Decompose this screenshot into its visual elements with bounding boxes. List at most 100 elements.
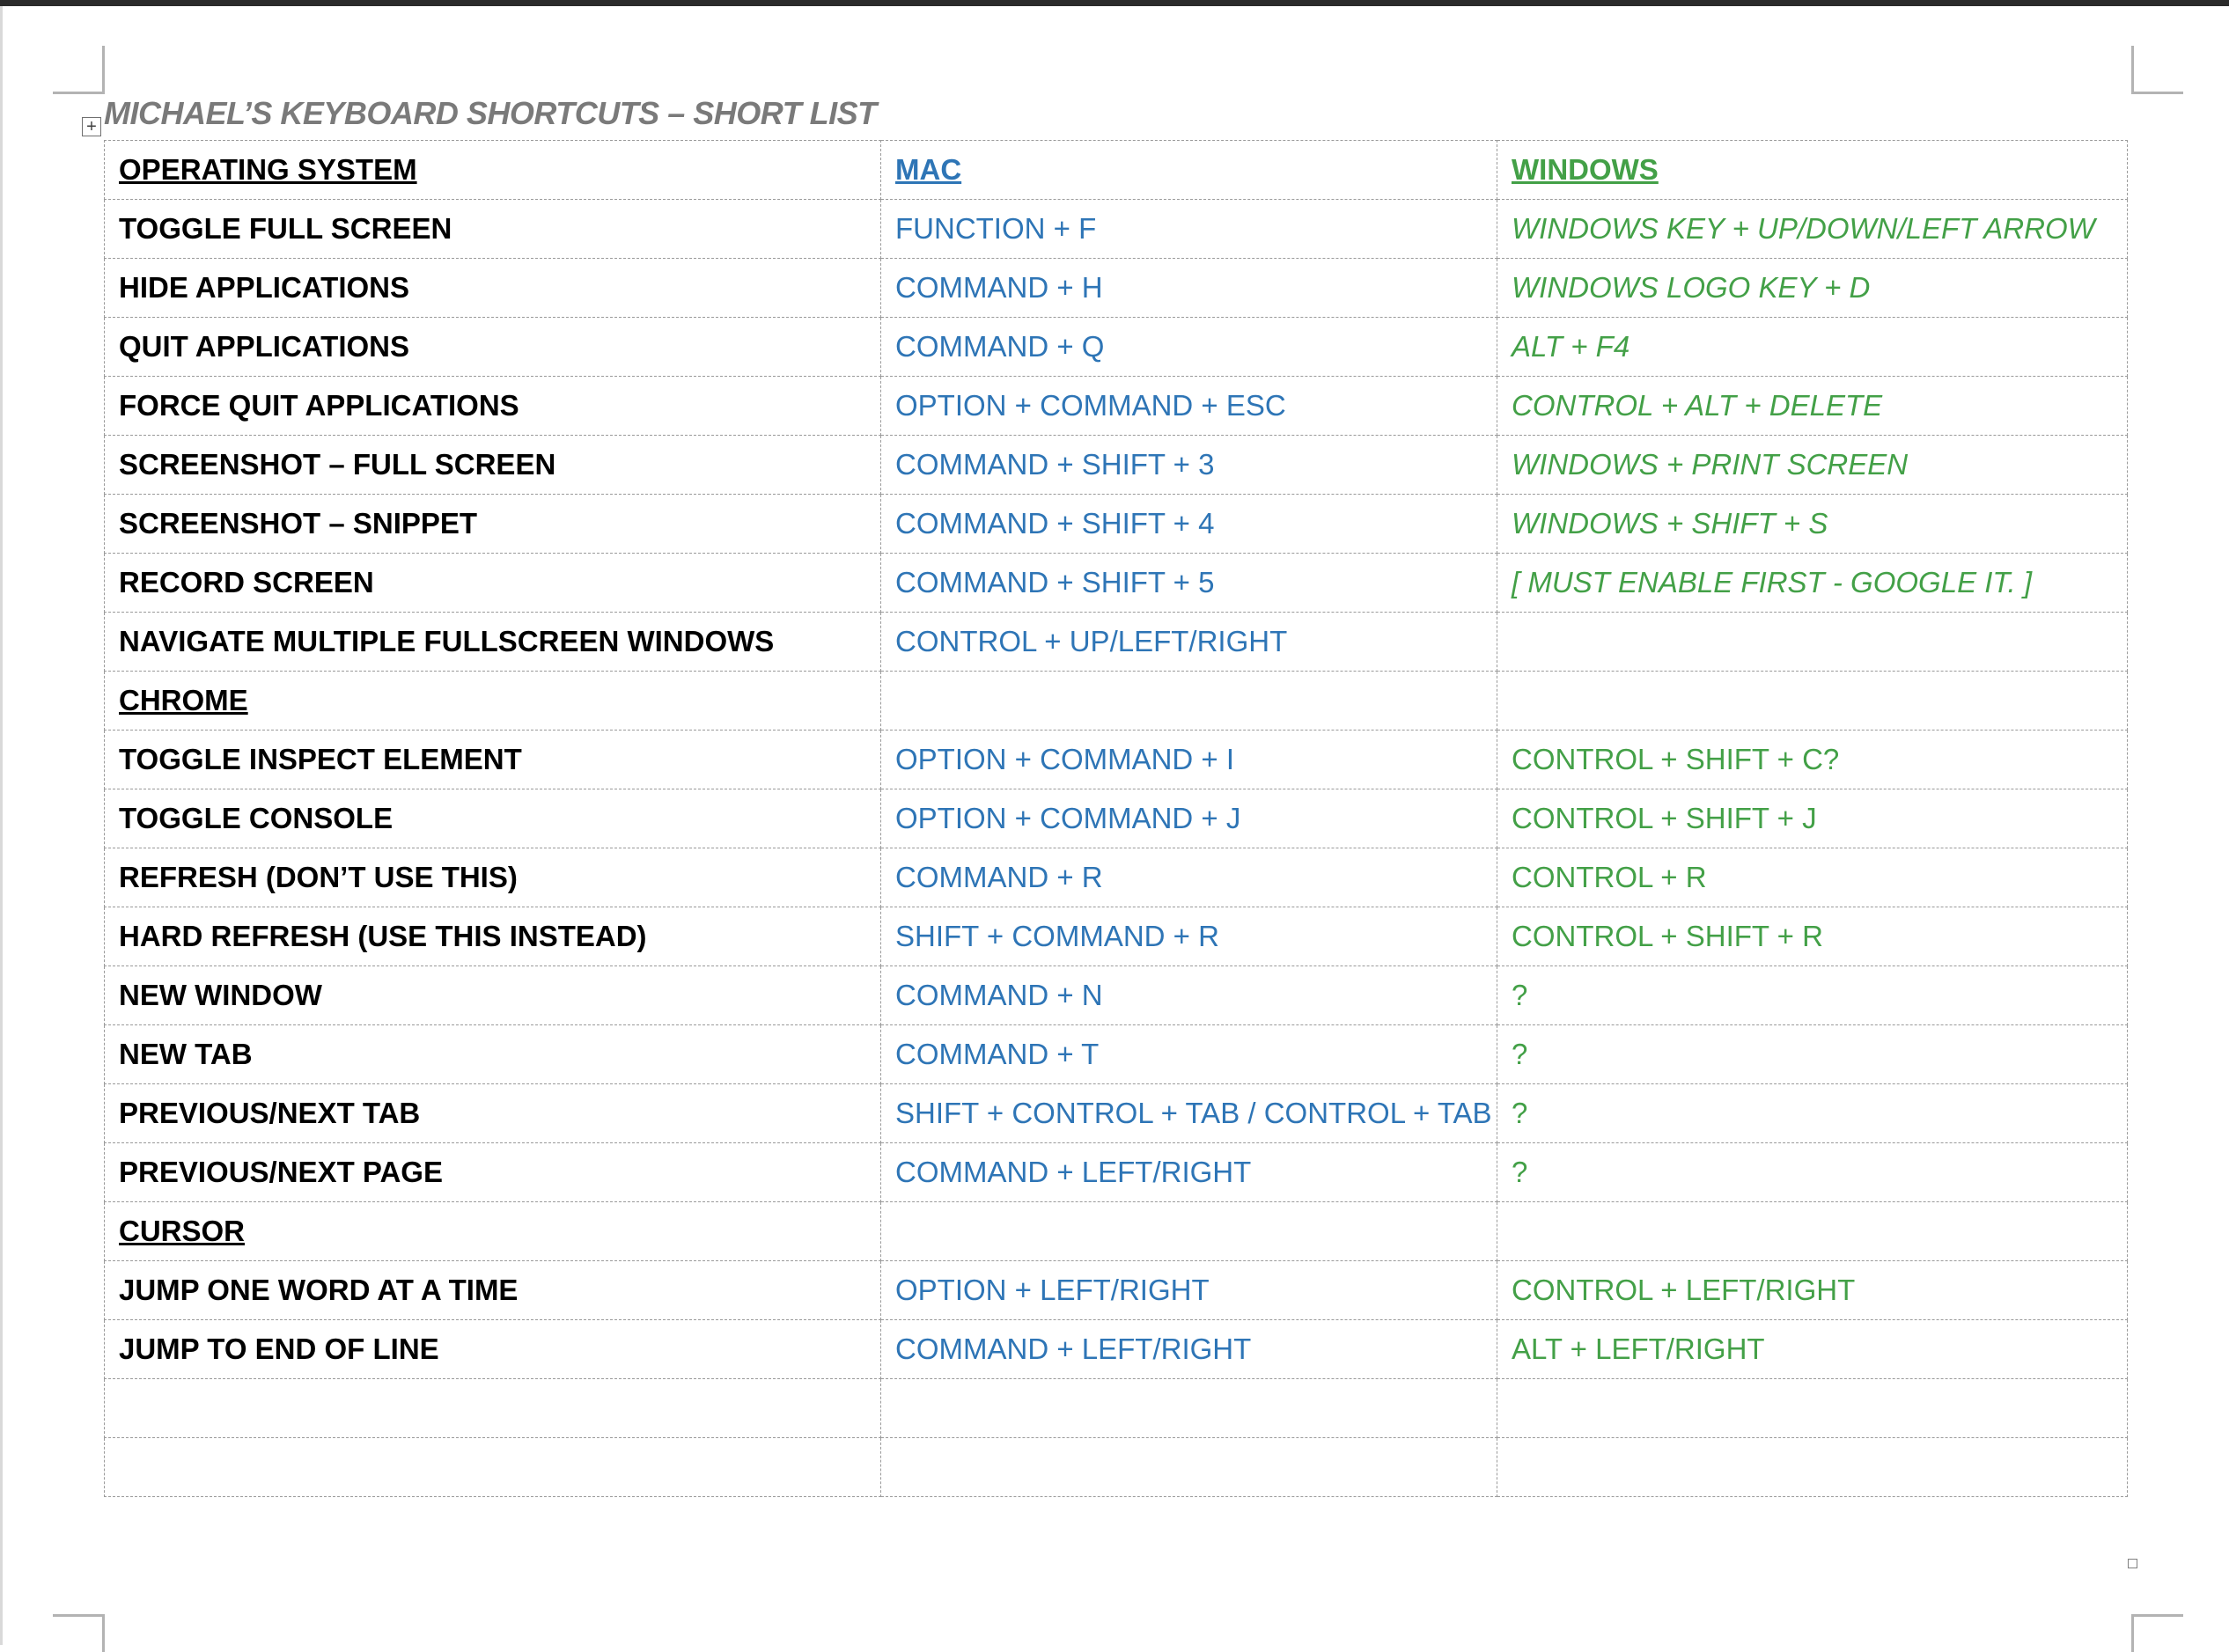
section-row: CHROME xyxy=(104,671,2128,731)
shortcut-row: NEW TAB COMMAND + T? xyxy=(104,1024,2128,1084)
action-cell[interactable]: JUMP TO END OF LINE xyxy=(104,1319,881,1379)
action-cell[interactable]: FORCE QUIT APPLICATIONS xyxy=(104,376,881,436)
shortcut-row: TOGGLE INSPECT ELEMENT OPTION + COMMAND +… xyxy=(104,730,2128,789)
shortcut-row: FORCE QUIT APPLICATIONS OPTION + COMMAND … xyxy=(104,376,2128,436)
shortcut-row: TOGGLE CONSOLE OPTION + COMMAND + J CONTRO… xyxy=(104,789,2128,848)
windows-shortcut-cell[interactable]: CONTROL + R xyxy=(1497,848,2128,907)
crop-mark-top-right xyxy=(2131,46,2183,94)
shortcut-row xyxy=(104,1437,2128,1497)
action-cell[interactable]: HIDE APPLICATIONS xyxy=(104,258,881,318)
shortcut-row: PREVIOUS/NEXT TAB SHIFT + CONTROL + TAB /… xyxy=(104,1083,2128,1143)
windows-column-header[interactable] xyxy=(1497,671,2128,731)
windows-shortcut-cell[interactable]: WINDOWS + PRINT SCREEN xyxy=(1497,435,2128,495)
windows-shortcut-cell[interactable]: ? xyxy=(1497,966,2128,1025)
mac-shortcut-cell[interactable]: COMMAND + SHIFT + 5 xyxy=(880,553,1497,613)
shortcut-row: PREVIOUS/NEXT PAGE COMMAND + LEFT/RIGHT? xyxy=(104,1142,2128,1202)
mac-column-header[interactable]: MAC xyxy=(880,140,1497,200)
mac-shortcut-cell[interactable]: COMMAND + SHIFT + 4 xyxy=(880,494,1497,554)
action-cell[interactable]: TOGGLE CONSOLE xyxy=(104,789,881,848)
mac-shortcut-cell[interactable]: OPTION + COMMAND + I xyxy=(880,730,1497,789)
mac-shortcut-cell[interactable]: COMMAND + R xyxy=(880,848,1497,907)
windows-column-header[interactable]: WINDOWS xyxy=(1497,140,2128,200)
action-cell[interactable] xyxy=(104,1437,881,1497)
mac-shortcut-cell[interactable] xyxy=(880,1437,1497,1497)
mac-shortcut-cell[interactable]: FUNCTION + F xyxy=(880,199,1497,259)
mac-shortcut-cell[interactable]: COMMAND + N xyxy=(880,966,1497,1025)
action-cell[interactable]: HARD REFRESH (USE THIS INSTEAD) xyxy=(104,907,881,966)
windows-shortcut-cell[interactable]: ALT + F4 xyxy=(1497,317,2128,377)
page-left-edge xyxy=(0,6,3,1645)
windows-shortcut-cell[interactable] xyxy=(1497,1437,2128,1497)
shortcut-row: RECORD SCREEN COMMAND + SHIFT + 5[ MUST E… xyxy=(104,553,2128,613)
windows-shortcut-cell[interactable]: WINDOWS LOGO KEY + D xyxy=(1497,258,2128,318)
windows-shortcut-cell[interactable]: WINDOWS KEY + UP/DOWN/LEFT ARROW xyxy=(1497,199,2128,259)
shortcuts-table-body: OPERATING SYSTEM MAC WINDOWS TOGGLE FULL SC… xyxy=(104,140,2128,1497)
mac-column-header[interactable] xyxy=(880,1201,1497,1261)
mac-shortcut-cell[interactable]: COMMAND + LEFT/RIGHT xyxy=(880,1319,1497,1379)
action-cell[interactable]: JUMP ONE WORD AT A TIME xyxy=(104,1260,881,1320)
action-cell[interactable]: NEW WINDOW xyxy=(104,966,881,1025)
shortcut-row: NEW WINDOW COMMAND + N? xyxy=(104,966,2128,1025)
action-cell[interactable]: PREVIOUS/NEXT TAB xyxy=(104,1083,881,1143)
shortcut-row: NAVIGATE MULTIPLE FULLSCREEN WINDOWS CONT… xyxy=(104,612,2128,672)
shortcut-row xyxy=(104,1378,2128,1438)
shortcut-row: TOGGLE FULL SCREEN FUNCTION + F WINDOWS KE… xyxy=(104,199,2128,259)
windows-shortcut-cell[interactable]: CONTROL + SHIFT + C? xyxy=(1497,730,2128,789)
shortcut-row: SCREENSHOT – FULL SCREEN COMMAND + SHIFT … xyxy=(104,435,2128,495)
mac-shortcut-cell[interactable]: COMMAND + Q xyxy=(880,317,1497,377)
mac-shortcut-cell[interactable]: SHIFT + CONTROL + TAB / CONTROL + TAB xyxy=(880,1083,1497,1143)
action-cell[interactable]: TOGGLE INSPECT ELEMENT xyxy=(104,730,881,789)
mac-shortcut-cell[interactable]: SHIFT + COMMAND + R xyxy=(880,907,1497,966)
section-row: OPERATING SYSTEM MAC WINDOWS xyxy=(104,140,2128,200)
section-title[interactable]: CURSOR xyxy=(104,1201,881,1261)
section-title[interactable]: OPERATING SYSTEM xyxy=(104,140,881,200)
action-cell[interactable]: NAVIGATE MULTIPLE FULLSCREEN WINDOWS xyxy=(104,612,881,672)
crop-mark-top-left xyxy=(53,46,105,94)
mac-shortcut-cell[interactable]: COMMAND + T xyxy=(880,1024,1497,1084)
mac-shortcut-cell[interactable]: OPTION + LEFT/RIGHT xyxy=(880,1260,1497,1320)
table-move-handle-icon[interactable]: + xyxy=(82,117,101,136)
shortcut-row: SCREENSHOT – SNIPPET COMMAND + SHIFT + 4W… xyxy=(104,494,2128,554)
shortcut-row: HIDE APPLICATIONS COMMAND + H WINDOWS LOGO… xyxy=(104,258,2128,318)
action-cell[interactable]: QUIT APPLICATIONS xyxy=(104,317,881,377)
mac-shortcut-cell[interactable]: OPTION + COMMAND + J xyxy=(880,789,1497,848)
table-resize-handle-icon[interactable] xyxy=(2128,1559,2137,1568)
action-cell[interactable]: PREVIOUS/NEXT PAGE xyxy=(104,1142,881,1202)
windows-shortcut-cell[interactable]: [ MUST ENABLE FIRST - GOOGLE IT. ] xyxy=(1497,553,2128,613)
shortcuts-table[interactable]: OPERATING SYSTEM MAC WINDOWS TOGGLE FULL SC… xyxy=(104,140,2128,1497)
windows-shortcut-cell[interactable]: CONTROL + LEFT/RIGHT xyxy=(1497,1260,2128,1320)
action-cell[interactable] xyxy=(104,1378,881,1438)
action-cell[interactable]: TOGGLE FULL SCREEN xyxy=(104,199,881,259)
mac-shortcut-cell[interactable] xyxy=(880,1378,1497,1438)
shortcut-row: JUMP ONE WORD AT A TIME OPTION + LEFT/RIG… xyxy=(104,1260,2128,1320)
windows-shortcut-cell[interactable]: CONTROL + SHIFT + R xyxy=(1497,907,2128,966)
windows-shortcut-cell[interactable]: CONTROL + ALT + DELETE xyxy=(1497,376,2128,436)
windows-shortcut-cell[interactable]: ? xyxy=(1497,1024,2128,1084)
windows-shortcut-cell[interactable] xyxy=(1497,612,2128,672)
windows-shortcut-cell[interactable]: CONTROL + SHIFT + J xyxy=(1497,789,2128,848)
windows-shortcut-cell[interactable]: WINDOWS + SHIFT + S xyxy=(1497,494,2128,554)
mac-shortcut-cell[interactable]: OPTION + COMMAND + ESC xyxy=(880,376,1497,436)
windows-shortcut-cell[interactable]: ? xyxy=(1497,1083,2128,1143)
windows-shortcut-cell[interactable]: ? xyxy=(1497,1142,2128,1202)
action-cell[interactable]: REFRESH (DON’T USE THIS) xyxy=(104,848,881,907)
shortcut-row: QUIT APPLICATIONS COMMAND + Q ALT + F4 xyxy=(104,317,2128,377)
mac-shortcut-cell[interactable]: CONTROL + UP/LEFT/RIGHT xyxy=(880,612,1497,672)
windows-shortcut-cell[interactable]: ALT + LEFT/RIGHT xyxy=(1497,1319,2128,1379)
mac-shortcut-cell[interactable]: COMMAND + LEFT/RIGHT xyxy=(880,1142,1497,1202)
mac-shortcut-cell[interactable]: COMMAND + H xyxy=(880,258,1497,318)
windows-column-header[interactable] xyxy=(1497,1201,2128,1261)
windows-shortcut-cell[interactable] xyxy=(1497,1378,2128,1438)
mac-column-header[interactable] xyxy=(880,671,1497,731)
action-cell[interactable]: NEW TAB xyxy=(104,1024,881,1084)
window-top-bar xyxy=(0,0,2229,6)
action-cell[interactable]: SCREENSHOT – FULL SCREEN xyxy=(104,435,881,495)
action-cell[interactable]: RECORD SCREEN xyxy=(104,553,881,613)
section-title[interactable]: CHROME xyxy=(104,671,881,731)
shortcut-row: HARD REFRESH (USE THIS INSTEAD) SHIFT + C… xyxy=(104,907,2128,966)
mac-shortcut-cell[interactable]: COMMAND + SHIFT + 3 xyxy=(880,435,1497,495)
section-row: CURSOR xyxy=(104,1201,2128,1261)
crop-mark-bottom-right xyxy=(2131,1614,2183,1652)
document-title[interactable]: MICHAEL’S KEYBOARD SHORTCUTS – SHORT LIS… xyxy=(104,95,877,132)
action-cell[interactable]: SCREENSHOT – SNIPPET xyxy=(104,494,881,554)
